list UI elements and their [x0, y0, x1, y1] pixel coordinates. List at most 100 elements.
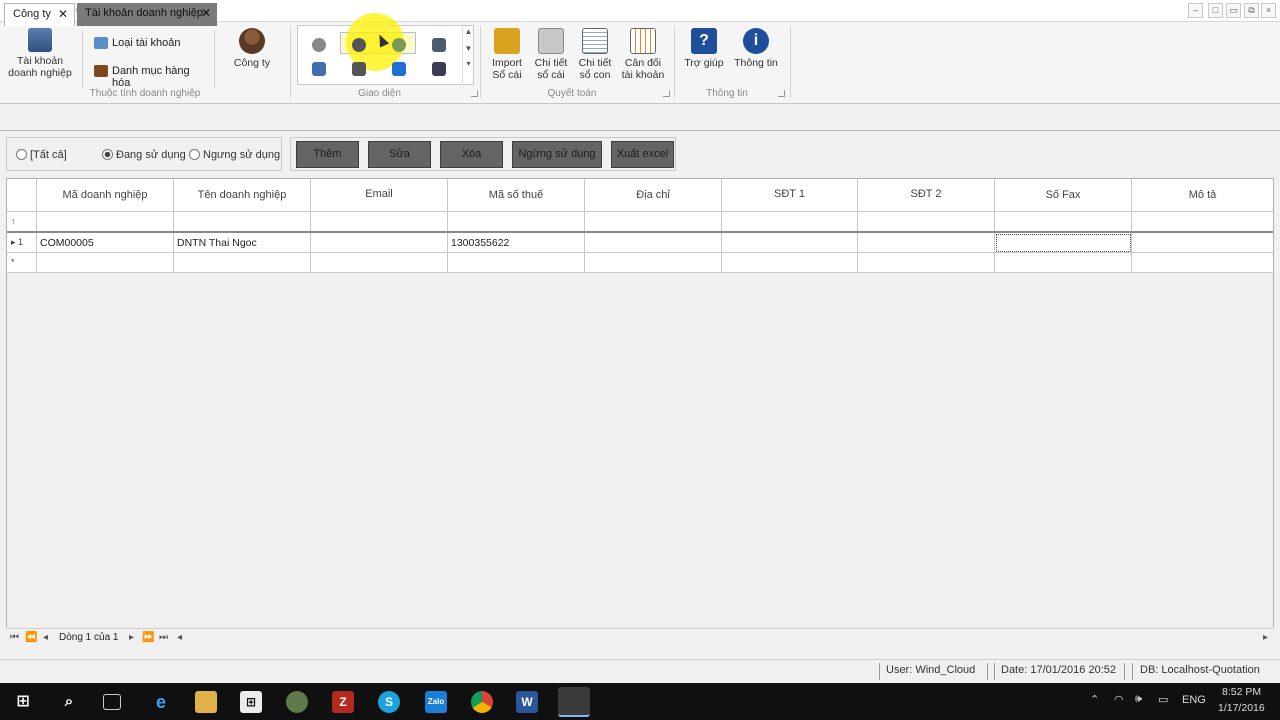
next-page-icon[interactable]: ⏩	[142, 632, 154, 643]
gallery-up-icon[interactable]: ▲	[463, 27, 474, 36]
minimize-button[interactable]: –	[1188, 3, 1203, 18]
filter-cell[interactable]	[311, 212, 448, 232]
delete-button[interactable]: Xóa	[440, 141, 503, 168]
filezilla-icon[interactable]: Z	[332, 691, 354, 713]
filter-all-radio[interactable]: [Tất cả]	[16, 149, 67, 163]
next-record-icon[interactable]: ▸	[129, 632, 134, 643]
theme-item-icon[interactable]	[352, 62, 366, 76]
filter-cell[interactable]	[448, 212, 585, 232]
cell-email[interactable]	[311, 233, 448, 253]
gallery-scroll[interactable]: ▲ ▼ ▾	[462, 25, 474, 85]
add-button[interactable]: Thêm	[296, 141, 359, 168]
new-row-cell[interactable]	[995, 253, 1132, 273]
filter-cell[interactable]	[1132, 212, 1273, 232]
new-row-cell[interactable]	[585, 253, 722, 273]
filter-cell[interactable]	[858, 212, 995, 232]
active-app-icon[interactable]	[558, 687, 590, 717]
filter-cell[interactable]	[585, 212, 722, 232]
company-button[interactable]: Công ty	[226, 28, 278, 69]
col-header-description[interactable]: Mô tả	[1132, 179, 1273, 212]
clock-time[interactable]: 8:52 PM	[1222, 686, 1261, 698]
new-row-cell[interactable]	[448, 253, 585, 273]
account-types-button[interactable]: Loại tài khoản	[94, 36, 204, 52]
clock-date[interactable]: 1/17/2016	[1218, 702, 1265, 714]
notification-icon[interactable]: ▭	[1158, 693, 1168, 706]
dialog-launcher-icon[interactable]	[471, 90, 478, 97]
cell-address[interactable]	[585, 233, 722, 253]
start-icon[interactable]: ⊞	[12, 691, 34, 713]
zalo-icon[interactable]: Zalo	[425, 691, 447, 713]
skype-icon[interactable]: S	[378, 691, 400, 713]
accounts-button[interactable]: Tài khoản doanh nghiệp	[6, 28, 74, 79]
edit-button[interactable]: Sửa	[368, 141, 431, 168]
filter-cell[interactable]	[995, 212, 1132, 232]
col-header-tax-code[interactable]: Mã số thuế	[448, 179, 585, 212]
theme-item-icon[interactable]	[352, 38, 366, 52]
word-icon[interactable]: W	[516, 691, 538, 713]
stop-using-button[interactable]: Ngừng sử dụng	[512, 141, 602, 168]
restore-icon-button[interactable]: ⧉	[1244, 3, 1259, 18]
edge-icon[interactable]: e	[150, 691, 172, 713]
theme-item-icon[interactable]	[432, 62, 446, 76]
import-ledger-button[interactable]: Import Sổ cái	[486, 28, 528, 81]
col-header-name[interactable]: Tên doanh nghiệp	[174, 179, 311, 212]
ribbon-minimize-button[interactable]: ▭	[1226, 3, 1241, 18]
theme-item-icon[interactable]	[432, 38, 446, 52]
cell-company-code[interactable]: COM00005	[37, 233, 174, 253]
task-view-icon[interactable]	[103, 694, 121, 710]
subledger-detail-button[interactable]: Chi tiết sổ con	[574, 28, 616, 81]
new-row-cell[interactable]	[311, 253, 448, 273]
volume-icon[interactable]: 🕪	[1135, 693, 1142, 706]
col-header-email[interactable]: Email	[311, 179, 448, 212]
new-row-marker[interactable]: *	[7, 253, 37, 273]
network-icon[interactable]: ◠	[1114, 693, 1124, 706]
close-tab-icon[interactable]: ✕	[58, 4, 68, 24]
theme-item-icon[interactable]	[312, 38, 326, 52]
office-icon[interactable]	[392, 62, 406, 76]
prev-page-icon[interactable]: ⏪	[25, 632, 37, 643]
cell-phone2[interactable]	[858, 233, 995, 253]
cell-phone1[interactable]	[722, 233, 858, 253]
close-button[interactable]: ×	[1261, 3, 1276, 18]
new-row-cell[interactable]	[174, 253, 311, 273]
first-page-icon[interactable]: ⏮	[10, 632, 19, 643]
filter-inactive-radio[interactable]: Ngưng sử dụng	[189, 149, 280, 163]
chrome-icon[interactable]	[471, 691, 493, 713]
theme-item-icon[interactable]	[392, 38, 406, 52]
cell-company-name[interactable]: DNTN Thai Ngoc	[174, 233, 311, 253]
filter-cell[interactable]	[174, 212, 311, 232]
cell-fax[interactable]	[995, 233, 1132, 253]
cell-description[interactable]	[1132, 233, 1273, 253]
goods-catalog-button[interactable]: Danh mục hàng hóa	[94, 64, 210, 89]
col-header-code[interactable]: Mã doanh nghiệp	[37, 179, 174, 212]
col-header-phone1[interactable]: SĐT 1	[722, 179, 858, 212]
tab-company[interactable]: Công ty ✕	[4, 3, 75, 26]
filter-active-radio[interactable]: Đang sử dụng	[102, 149, 186, 163]
row-indicator[interactable]: ▸ 1	[7, 233, 37, 253]
theme-gallery[interactable]	[297, 13, 474, 85]
theme-item-icon[interactable]	[312, 62, 326, 76]
dialog-launcher-icon[interactable]	[778, 90, 785, 97]
export-excel-button[interactable]: Xuất excel	[611, 141, 674, 168]
prev-record-icon[interactable]: ◂	[43, 632, 48, 643]
last-page-icon[interactable]: ⏭	[159, 632, 168, 643]
new-row-cell[interactable]	[1132, 253, 1273, 273]
col-header-phone2[interactable]: SĐT 2	[858, 179, 995, 212]
new-row-cell[interactable]	[858, 253, 995, 273]
close-tab-icon[interactable]: ✕	[201, 3, 211, 23]
col-header-address[interactable]: Địa chỉ	[585, 179, 722, 212]
search-icon[interactable]: ⌕	[58, 691, 80, 713]
dialog-launcher-icon[interactable]	[663, 90, 670, 97]
gallery-down-icon[interactable]: ▼	[463, 44, 474, 53]
filter-cell[interactable]	[722, 212, 858, 232]
cell-tax-code[interactable]: 1300355622	[448, 233, 585, 253]
scroll-left-icon[interactable]: ◂	[177, 632, 182, 643]
ledger-detail-button[interactable]: Chi tiết sổ cái	[530, 28, 572, 81]
help-button[interactable]: ? Trợ giúp	[682, 28, 726, 69]
tab-business-accounts[interactable]: Tài khoản doanh nghiệp ✕	[77, 3, 217, 26]
new-row-cell[interactable]	[722, 253, 858, 273]
scroll-right-icon[interactable]: ▸	[1263, 632, 1268, 643]
language-indicator[interactable]: ENG	[1182, 694, 1206, 706]
new-row-cell[interactable]	[37, 253, 174, 273]
col-header-fax[interactable]: Số Fax	[995, 179, 1132, 212]
